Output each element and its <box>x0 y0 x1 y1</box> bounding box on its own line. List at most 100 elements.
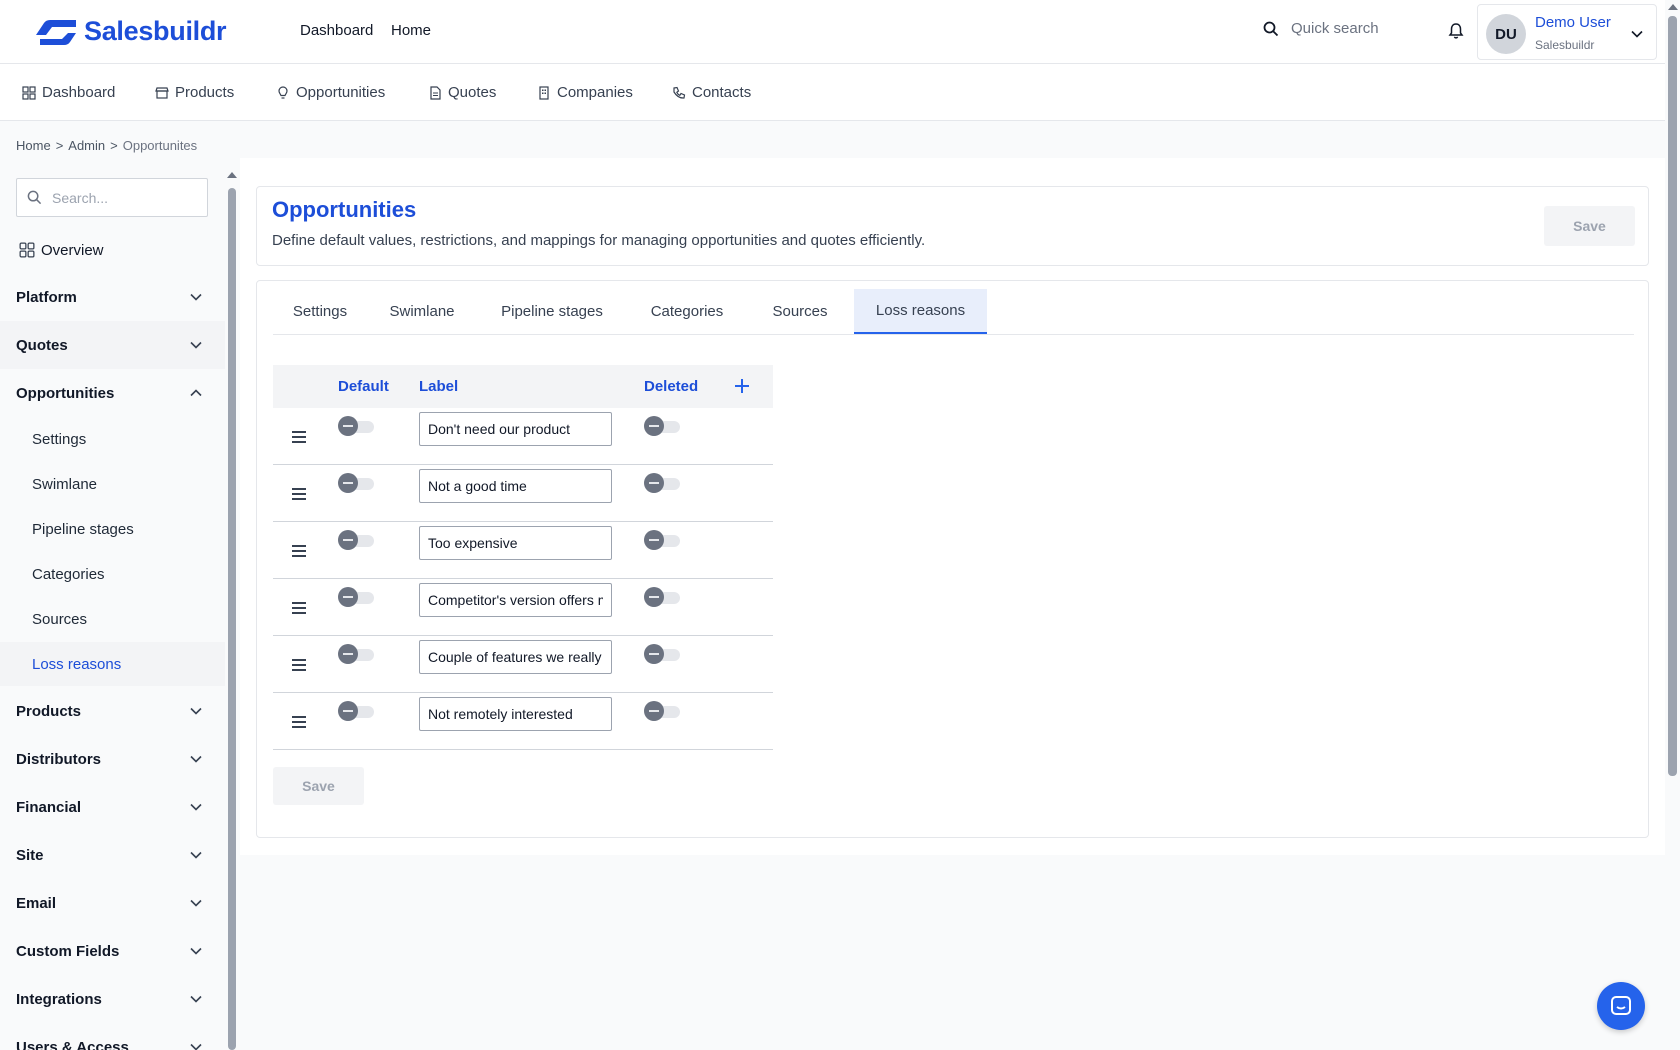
sidebar-group-distributors[interactable]: Distributors <box>0 735 225 783</box>
sidebar-search-input[interactable] <box>52 189 192 206</box>
breadcrumb-home[interactable]: Home <box>16 138 51 153</box>
save-button[interactable]: Save <box>1544 206 1635 246</box>
default-toggle[interactable] <box>338 644 374 664</box>
sidebar-group-products[interactable]: Products <box>0 687 225 735</box>
logo-icon <box>36 19 76 45</box>
sidebar-group-label: Products <box>16 702 82 720</box>
label-input[interactable] <box>419 526 612 560</box>
sidebar-item-sources[interactable]: Sources <box>0 597 225 641</box>
default-toggle[interactable] <box>338 416 374 436</box>
tab-categories[interactable]: Categories <box>627 289 747 334</box>
deleted-toggle[interactable] <box>644 530 680 550</box>
topnav-home-link[interactable]: Home <box>391 22 431 39</box>
deleted-toggle[interactable] <box>644 473 680 493</box>
store-icon <box>155 86 169 99</box>
tab-settings[interactable]: Settings <box>273 289 367 334</box>
module-contacts[interactable]: Contacts <box>672 84 751 101</box>
breadcrumb-separator: > <box>110 138 118 153</box>
module-quotes[interactable]: Quotes <box>428 84 496 101</box>
brand-logo[interactable]: Salesbuildr <box>34 16 227 47</box>
top-header: Salesbuildr Dashboard Home Quick search … <box>0 0 1665 64</box>
drag-handle-icon[interactable] <box>292 488 306 500</box>
table-row <box>273 693 773 750</box>
chat-launcher-button[interactable] <box>1597 982 1645 1030</box>
drag-handle-icon[interactable] <box>292 716 306 728</box>
sidebar-item-categories[interactable]: Categories <box>0 552 225 596</box>
default-toggle[interactable] <box>338 530 374 550</box>
sidebar-group-label: Users & Access <box>16 1038 129 1050</box>
sidebar-group-label: Custom Fields <box>16 942 120 960</box>
save-button[interactable]: Save <box>273 767 364 805</box>
sidebar-scrollbar-thumb[interactable] <box>228 188 236 1050</box>
sidebar-group-financial[interactable]: Financial <box>0 783 225 831</box>
deleted-toggle[interactable] <box>644 587 680 607</box>
drag-handle-icon[interactable] <box>292 545 306 557</box>
sidebar-group-label: Email <box>16 894 57 912</box>
sidebar-group-integrations[interactable]: Integrations <box>0 975 225 1023</box>
quick-search[interactable]: Quick search <box>1263 20 1379 37</box>
module-opportunities[interactable]: Opportunities <box>276 84 385 101</box>
breadcrumb-admin[interactable]: Admin <box>68 138 105 153</box>
sidebar-scrollbar[interactable] <box>226 168 238 1050</box>
sidebar-group-label: Financial <box>16 798 82 816</box>
topnav-dashboard-link[interactable]: Dashboard <box>300 22 373 39</box>
tab-loss-reasons[interactable]: Loss reasons <box>854 289 987 334</box>
sidebar-group-custom-fields[interactable]: Custom Fields <box>0 927 225 975</box>
chevron-down-icon <box>190 803 202 811</box>
sidebar-search[interactable] <box>16 178 208 217</box>
sidebar-group-site[interactable]: Site <box>0 831 225 879</box>
page-title: Opportunities <box>272 197 417 222</box>
sidebar-group-label: Site <box>16 846 44 864</box>
deleted-toggle[interactable] <box>644 416 680 436</box>
module-companies[interactable]: Companies <box>537 84 633 101</box>
default-toggle[interactable] <box>338 701 374 721</box>
module-products[interactable]: Products <box>155 84 234 101</box>
drag-handle-icon[interactable] <box>292 602 306 614</box>
deleted-toggle[interactable] <box>644 701 680 721</box>
default-toggle[interactable] <box>338 587 374 607</box>
tab-bar: Settings Swimlane Pipeline stages Catego… <box>273 289 1634 335</box>
grid-icon <box>22 85 36 100</box>
module-dashboard[interactable]: Dashboard <box>22 84 115 101</box>
table-row <box>273 579 773 636</box>
deleted-toggle[interactable] <box>644 644 680 664</box>
sidebar-group-users-access[interactable]: Users & Access <box>0 1023 225 1050</box>
avatar: DU <box>1486 14 1526 54</box>
sidebar-item-overview[interactable]: Overview <box>0 226 225 274</box>
tab-swimlane[interactable]: Swimlane <box>367 289 477 334</box>
module-label: Contacts <box>692 84 752 101</box>
drag-handle-icon[interactable] <box>292 431 306 443</box>
lightbulb-icon <box>278 85 288 99</box>
scroll-up-arrow-icon[interactable] <box>1668 4 1678 10</box>
sidebar-item-settings[interactable]: Settings <box>0 417 225 461</box>
label-input[interactable] <box>419 697 612 731</box>
default-toggle[interactable] <box>338 473 374 493</box>
sidebar-group-email[interactable]: Email <box>0 879 225 927</box>
user-menu[interactable]: DU Demo User Salesbuildr <box>1477 4 1657 60</box>
page-scrollbar-thumb[interactable] <box>1668 16 1677 776</box>
sidebar-group-quotes[interactable]: Quotes <box>0 321 225 369</box>
plus-icon[interactable] <box>733 377 751 395</box>
table-row <box>273 636 773 693</box>
sidebar-item-loss-reasons[interactable]: Loss reasons <box>0 642 225 686</box>
page-scrollbar[interactable] <box>1665 0 1680 1050</box>
bell-icon[interactable] <box>1447 22 1465 40</box>
sidebar-item-pipeline-stages[interactable]: Pipeline stages <box>0 507 225 551</box>
tab-sources[interactable]: Sources <box>747 289 853 334</box>
drag-handle-icon[interactable] <box>292 659 306 671</box>
label-input[interactable] <box>419 412 612 446</box>
sidebar-group-platform[interactable]: Platform <box>0 273 225 321</box>
page-description: Define default values, restrictions, and… <box>272 232 926 249</box>
label-input[interactable] <box>419 583 612 617</box>
module-label: Quotes <box>448 84 497 101</box>
chevron-down-icon <box>190 707 202 715</box>
table-row <box>273 465 773 522</box>
label-input[interactable] <box>419 469 612 503</box>
scroll-up-arrow-icon[interactable] <box>227 172 237 178</box>
chevron-down-icon <box>1631 30 1643 38</box>
column-header-deleted: Deleted <box>644 378 699 395</box>
sidebar-item-swimlane[interactable]: Swimlane <box>0 462 225 506</box>
tab-pipeline-stages[interactable]: Pipeline stages <box>477 289 627 334</box>
label-input[interactable] <box>419 640 612 674</box>
sidebar-group-opportunities[interactable]: Opportunities <box>0 369 225 417</box>
